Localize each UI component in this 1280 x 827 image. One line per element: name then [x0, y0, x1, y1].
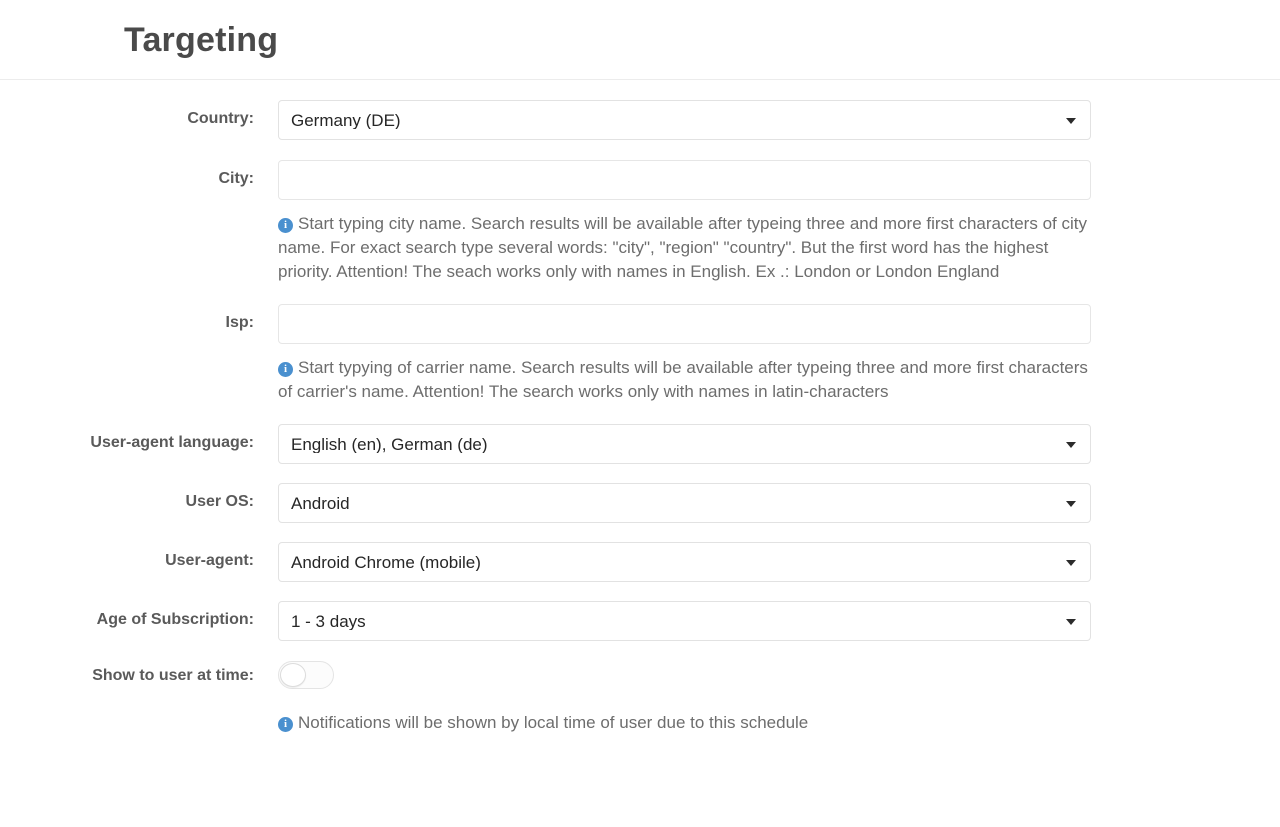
- info-icon: i: [278, 717, 293, 732]
- chevron-down-icon: [1066, 501, 1076, 507]
- page-header: Targeting: [0, 0, 1280, 80]
- user-os-value: Android: [291, 494, 350, 512]
- chevron-down-icon: [1066, 619, 1076, 625]
- show-to-user-help-label: Notifications will be shown by local tim…: [298, 713, 809, 732]
- chevron-down-icon: [1066, 442, 1076, 448]
- targeting-form: Country: Germany (DE) City: i Start typin…: [0, 100, 1280, 735]
- country-select-value: Germany (DE): [291, 111, 401, 129]
- label-country: Country:: [187, 110, 254, 127]
- age-of-subscription-value: 1 - 3 days: [291, 612, 366, 630]
- field-row-user-agent-language: User-agent language: English (en), Germa…: [0, 424, 1280, 464]
- field-row-country: Country: Germany (DE): [0, 100, 1280, 140]
- field-row-isp: Isp: i Start typying of carrier name. Sea…: [0, 304, 1280, 404]
- chevron-down-icon: [1066, 118, 1076, 124]
- country-select[interactable]: Germany (DE): [278, 100, 1091, 140]
- user-os-select[interactable]: Android: [278, 483, 1091, 523]
- city-help-text: i Start typing city name. Search results …: [278, 212, 1091, 284]
- info-icon: i: [278, 218, 293, 233]
- city-help-label: Start typing city name. Search results w…: [278, 214, 1087, 281]
- label-user-agent-language: User-agent language:: [90, 434, 254, 451]
- user-agent-select[interactable]: Android Chrome (mobile): [278, 542, 1091, 582]
- field-row-user-os: User OS: Android: [0, 483, 1280, 523]
- city-input[interactable]: [278, 160, 1091, 200]
- isp-help-label: Start typying of carrier name. Search re…: [278, 358, 1088, 401]
- user-agent-language-select[interactable]: English (en), German (de): [278, 424, 1091, 464]
- info-icon: i: [278, 362, 293, 377]
- label-user-os: User OS:: [185, 493, 254, 510]
- targeting-page: Targeting Country: Germany (DE) City: iS…: [0, 0, 1280, 827]
- age-of-subscription-select[interactable]: 1 - 3 days: [278, 601, 1091, 641]
- chevron-down-icon: [1066, 560, 1076, 566]
- label-city: City:: [218, 170, 254, 187]
- field-row-show-to-user-at-time: Show to user at time: i Notifications wil…: [0, 661, 1280, 735]
- label-user-agent: User-agent:: [165, 552, 254, 569]
- field-row-user-agent: User-agent: Android Chrome (mobile): [0, 542, 1280, 582]
- label-age-of-subscription: Age of Subscription:: [96, 611, 254, 628]
- show-to-user-help-text: i Notifications will be shown by local ti…: [278, 711, 1091, 735]
- show-to-user-at-time-toggle[interactable]: [278, 661, 334, 689]
- user-agent-value: Android Chrome (mobile): [291, 553, 481, 571]
- field-row-city: City: i Start typing city name. Search re…: [0, 160, 1280, 284]
- field-row-age-of-subscription: Age of Subscription: 1 - 3 days: [0, 601, 1280, 641]
- isp-help-text: i Start typying of carrier name. Search r…: [278, 356, 1091, 404]
- isp-input[interactable]: [278, 304, 1091, 344]
- page-title: Targeting: [124, 20, 279, 59]
- label-show-to-user-at-time: Show to user at time:: [92, 667, 254, 684]
- user-agent-language-value: English (en), German (de): [291, 435, 488, 453]
- label-isp: Isp:: [225, 314, 254, 331]
- toggle-knob: [280, 663, 306, 687]
